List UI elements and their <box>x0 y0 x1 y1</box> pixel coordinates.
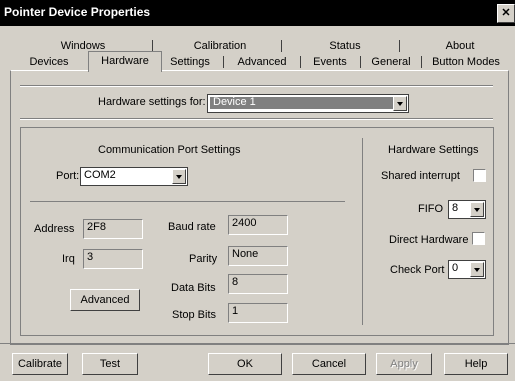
divider <box>20 119 493 120</box>
advanced-button[interactable]: Advanced <box>70 289 140 311</box>
baud-rate-field: 2400 <box>228 215 288 235</box>
data-bits-field: 8 <box>228 274 288 294</box>
port-select-value: COM2 <box>84 169 116 181</box>
fifo-select[interactable]: 8 <box>448 200 486 219</box>
tab-advanced[interactable]: Advanced <box>228 53 296 71</box>
tab-hardware[interactable]: Hardware <box>88 51 162 72</box>
close-button[interactable]: ✕ <box>497 4 515 23</box>
tab-divider <box>421 56 422 68</box>
baud-rate-label: Baud rate <box>168 221 216 233</box>
shared-interrupt-label: Shared interrupt <box>381 170 460 182</box>
fifo-select-value: 8 <box>452 202 459 214</box>
data-bits-label: Data Bits <box>171 282 216 294</box>
check-port-select[interactable]: 0 <box>448 260 486 279</box>
tab-divider <box>300 56 301 68</box>
tab-general[interactable]: General <box>365 53 417 71</box>
tab-events[interactable]: Events <box>305 53 355 71</box>
divider <box>30 201 345 202</box>
address-label: Address <box>34 223 75 235</box>
tab-devices[interactable]: Devices <box>14 53 84 71</box>
tab-button-modes[interactable]: Button Modes <box>426 53 506 71</box>
irq-label: Irq <box>62 253 75 265</box>
check-port-label: Check Port <box>390 264 445 276</box>
test-button[interactable]: Test <box>82 353 138 375</box>
device-select[interactable]: Device 1 <box>207 94 409 113</box>
ok-button[interactable]: OK <box>208 353 282 375</box>
help-button[interactable]: Help <box>444 353 508 375</box>
chevron-down-icon[interactable] <box>470 262 484 277</box>
tab-divider <box>281 40 282 52</box>
chevron-down-icon[interactable] <box>172 169 186 184</box>
tab-divider <box>223 56 224 68</box>
calibrate-button[interactable]: Calibrate <box>12 353 68 375</box>
port-label: Port: <box>56 170 80 182</box>
chevron-down-icon[interactable] <box>470 202 484 217</box>
device-select-value: Device 1 <box>213 96 256 108</box>
hardware-settings-heading: Hardware Settings <box>388 144 479 156</box>
title-bar: Pointer Device Properties ✕ <box>0 0 515 26</box>
fifo-label: FIFO <box>418 203 444 215</box>
apply-button[interactable]: Apply <box>376 353 432 375</box>
port-select[interactable]: COM2 <box>80 167 188 186</box>
comm-port-heading: Communication Port Settings <box>98 144 241 156</box>
tab-divider <box>360 56 361 68</box>
parity-field: None <box>228 246 288 266</box>
address-field: 2F8 <box>83 219 143 239</box>
irq-field: 3 <box>83 249 143 269</box>
tab-settings[interactable]: Settings <box>162 53 218 71</box>
direct-hardware-label: Direct Hardware <box>389 234 469 246</box>
divider <box>362 138 363 325</box>
window-title: Pointer Device Properties <box>4 5 151 19</box>
shared-interrupt-checkbox[interactable] <box>473 169 486 182</box>
tab-divider <box>399 40 400 52</box>
hardware-settings-for-label: Hardware settings for: <box>98 96 206 108</box>
check-port-select-value: 0 <box>452 262 459 274</box>
divider <box>20 86 493 87</box>
parity-label: Parity <box>189 253 218 265</box>
close-icon: ✕ <box>501 7 511 19</box>
stop-bits-field: 1 <box>228 303 288 323</box>
stop-bits-label: Stop Bits <box>172 309 217 321</box>
direct-hardware-checkbox[interactable] <box>472 232 485 245</box>
cancel-button[interactable]: Cancel <box>292 353 366 375</box>
divider <box>0 343 515 344</box>
chevron-down-icon[interactable] <box>393 96 407 111</box>
properties-dialog: Pointer Device Properties ✕ Windows Cali… <box>0 0 515 381</box>
